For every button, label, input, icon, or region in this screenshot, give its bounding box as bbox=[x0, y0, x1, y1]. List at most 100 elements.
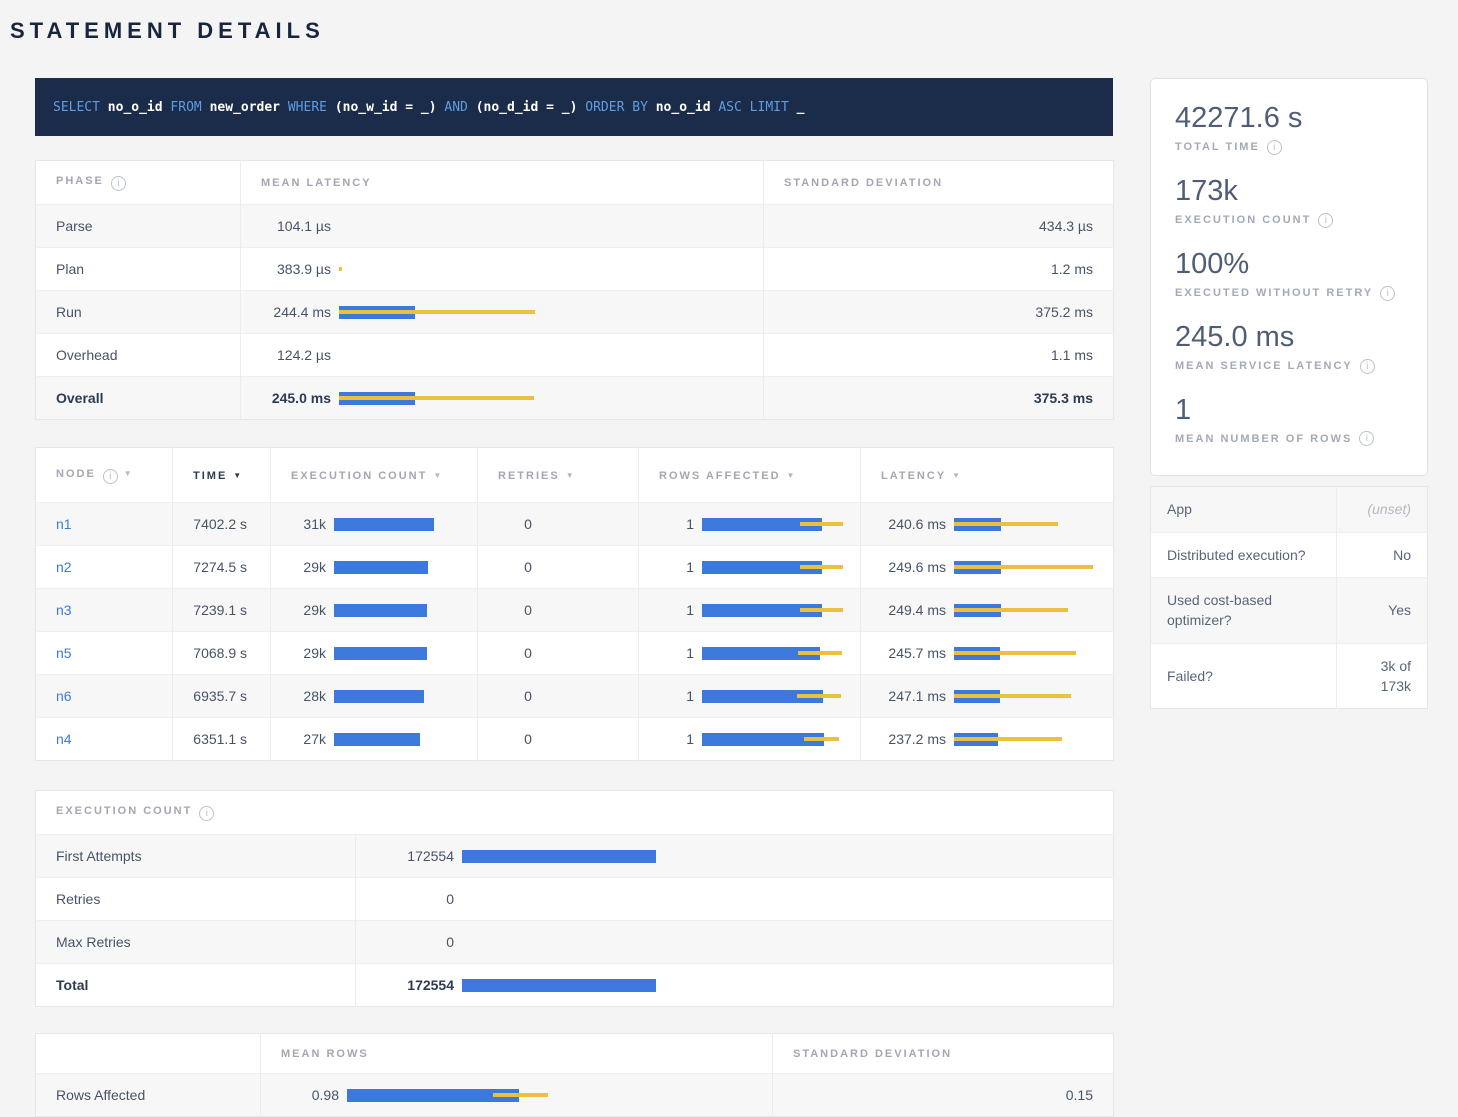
summary-stat: 173kEXECUTION COUNTi bbox=[1175, 176, 1403, 228]
sort-arrow-icon: ▼ bbox=[566, 471, 576, 480]
info-icon[interactable]: i bbox=[1380, 286, 1395, 301]
details-label: App bbox=[1151, 487, 1337, 532]
sort-arrow-icon: ▼ bbox=[433, 471, 443, 480]
bar-chart bbox=[954, 647, 1076, 660]
execution-count-label: First Attempts bbox=[36, 835, 356, 878]
sql-identifier: new_order bbox=[210, 100, 288, 115]
sort-arrow-icon: ▼ bbox=[952, 471, 962, 480]
execution-count-label: Retries bbox=[36, 878, 356, 921]
value-with-bar: 1 bbox=[654, 731, 840, 747]
stddev-whisker bbox=[797, 694, 841, 698]
stat-label-text: MEAN NUMBER OF ROWS bbox=[1175, 433, 1352, 445]
details-label: Used cost-based optimizer? bbox=[1151, 578, 1337, 644]
retries-value: 0 bbox=[498, 559, 558, 575]
node-latency-cell: 240.6 ms bbox=[861, 503, 1114, 546]
node-execution-count-cell: 29k bbox=[271, 632, 478, 675]
sql-statement: SELECT no_o_id FROM new_order WHERE (no_… bbox=[35, 78, 1113, 136]
node-retries: 0 bbox=[478, 718, 639, 761]
mean-latency-column-header: MEAN LATENCY bbox=[241, 161, 764, 205]
phase-mean-latency-cell: 124.2 µs bbox=[241, 334, 764, 377]
retries-value: 0 bbox=[498, 731, 558, 747]
value-with-bar: 28k bbox=[291, 688, 457, 704]
info-icon[interactable]: i bbox=[199, 806, 214, 821]
stat-value: 245.0 ms bbox=[1175, 322, 1403, 354]
phase-std-dev: 1.2 ms bbox=[764, 248, 1114, 291]
sql-keyword: FROM bbox=[170, 100, 209, 115]
sort-arrow-icon: ▼ bbox=[124, 469, 134, 478]
time-column-header[interactable]: TIME▼ bbox=[173, 448, 271, 503]
info-icon[interactable]: i bbox=[1318, 213, 1333, 228]
std-dev-column-header: STANDARD DEVIATION bbox=[773, 1034, 1114, 1074]
execution-count-value-cell: 0 bbox=[356, 878, 1114, 921]
node-cell: n4 bbox=[36, 718, 173, 761]
phase-header-label: PHASE bbox=[56, 175, 104, 187]
bar-chart bbox=[334, 604, 427, 617]
info-icon[interactable]: i bbox=[1359, 431, 1374, 446]
node-cell: n2 bbox=[36, 546, 173, 589]
execution-count-row: Total172554 bbox=[36, 964, 1114, 1007]
info-icon[interactable]: i bbox=[103, 469, 118, 484]
node-link[interactable]: n2 bbox=[56, 559, 72, 575]
sql-keyword: WHERE bbox=[288, 100, 335, 115]
stddev-whisker bbox=[800, 565, 843, 569]
value-label: 1 bbox=[654, 688, 694, 704]
value-with-bar: 245.7 ms bbox=[876, 645, 1093, 661]
value-label: 1 bbox=[654, 645, 694, 661]
sql-identifier: no_o_id bbox=[108, 100, 171, 115]
phase-row: Run244.4 ms375.2 ms bbox=[36, 291, 1114, 334]
node-link[interactable]: n1 bbox=[56, 516, 72, 532]
value-with-bar: 244.4 ms bbox=[261, 304, 743, 320]
node-time: 7239.1 s bbox=[173, 589, 271, 632]
bar-chart bbox=[339, 306, 535, 319]
mean-bar bbox=[334, 561, 428, 574]
node-latency-cell: 249.6 ms bbox=[861, 546, 1114, 589]
node-execution-count-cell: 29k bbox=[271, 589, 478, 632]
node-link[interactable]: n5 bbox=[56, 645, 72, 661]
value-with-bar: 249.6 ms bbox=[876, 559, 1093, 575]
info-icon[interactable]: i bbox=[1267, 140, 1282, 155]
info-icon[interactable]: i bbox=[111, 176, 126, 191]
phase-row: Overall245.0 ms375.3 ms bbox=[36, 377, 1114, 420]
node-link[interactable]: n6 bbox=[56, 688, 72, 704]
latency-column-header[interactable]: LATENCY▼ bbox=[861, 448, 1114, 503]
value-label: 383.9 µs bbox=[261, 261, 331, 277]
stat-value: 100% bbox=[1175, 249, 1403, 281]
phase-std-dev: 375.2 ms bbox=[764, 291, 1114, 334]
bar-chart bbox=[334, 733, 420, 746]
bar-chart bbox=[702, 690, 841, 703]
bar-chart bbox=[954, 518, 1058, 531]
execution-count-label: Max Retries bbox=[36, 921, 356, 964]
stddev-whisker bbox=[954, 565, 1093, 569]
rows-affected-column-header[interactable]: ROWS AFFECTED▼ bbox=[639, 448, 861, 503]
bar-chart bbox=[339, 392, 534, 405]
execution-count-value-cell: 172554 bbox=[356, 964, 1114, 1007]
value-label: 249.4 ms bbox=[876, 602, 946, 618]
sql-keyword: AND bbox=[444, 100, 475, 115]
retries-value: 0 bbox=[498, 516, 558, 532]
value-with-bar: 0.98 bbox=[276, 1087, 752, 1103]
execution-count-row: Retries0 bbox=[36, 878, 1114, 921]
stddev-whisker bbox=[493, 1093, 548, 1097]
details-label: Failed? bbox=[1151, 643, 1337, 709]
stddev-whisker bbox=[798, 651, 842, 655]
empty-column-header bbox=[36, 1034, 261, 1074]
retries-column-header[interactable]: RETRIES▼ bbox=[478, 448, 639, 503]
node-column-header[interactable]: NODEi▼ bbox=[36, 448, 173, 503]
execution-count-column-header[interactable]: EXECUTION COUNT▼ bbox=[271, 448, 478, 503]
phase-mean-latency-cell: 104.1 µs bbox=[241, 205, 764, 248]
mean-bar bbox=[334, 733, 420, 746]
phase-std-dev: 434.3 µs bbox=[764, 205, 1114, 248]
details-row: App(unset) bbox=[1151, 487, 1428, 532]
info-icon[interactable]: i bbox=[1360, 359, 1375, 374]
retries-value: 0 bbox=[498, 602, 558, 618]
node-link[interactable]: n3 bbox=[56, 602, 72, 618]
details-row: Distributed execution?No bbox=[1151, 532, 1428, 577]
bar-chart bbox=[339, 263, 342, 276]
node-latency-cell: 249.4 ms bbox=[861, 589, 1114, 632]
node-link[interactable]: n4 bbox=[56, 731, 72, 747]
bar-chart bbox=[462, 979, 656, 992]
stddev-whisker bbox=[804, 737, 839, 741]
phase-mean-latency-cell: 245.0 ms bbox=[241, 377, 764, 420]
execution-count-label: Total bbox=[36, 964, 356, 1007]
value-with-bar: 124.2 µs bbox=[261, 347, 743, 363]
